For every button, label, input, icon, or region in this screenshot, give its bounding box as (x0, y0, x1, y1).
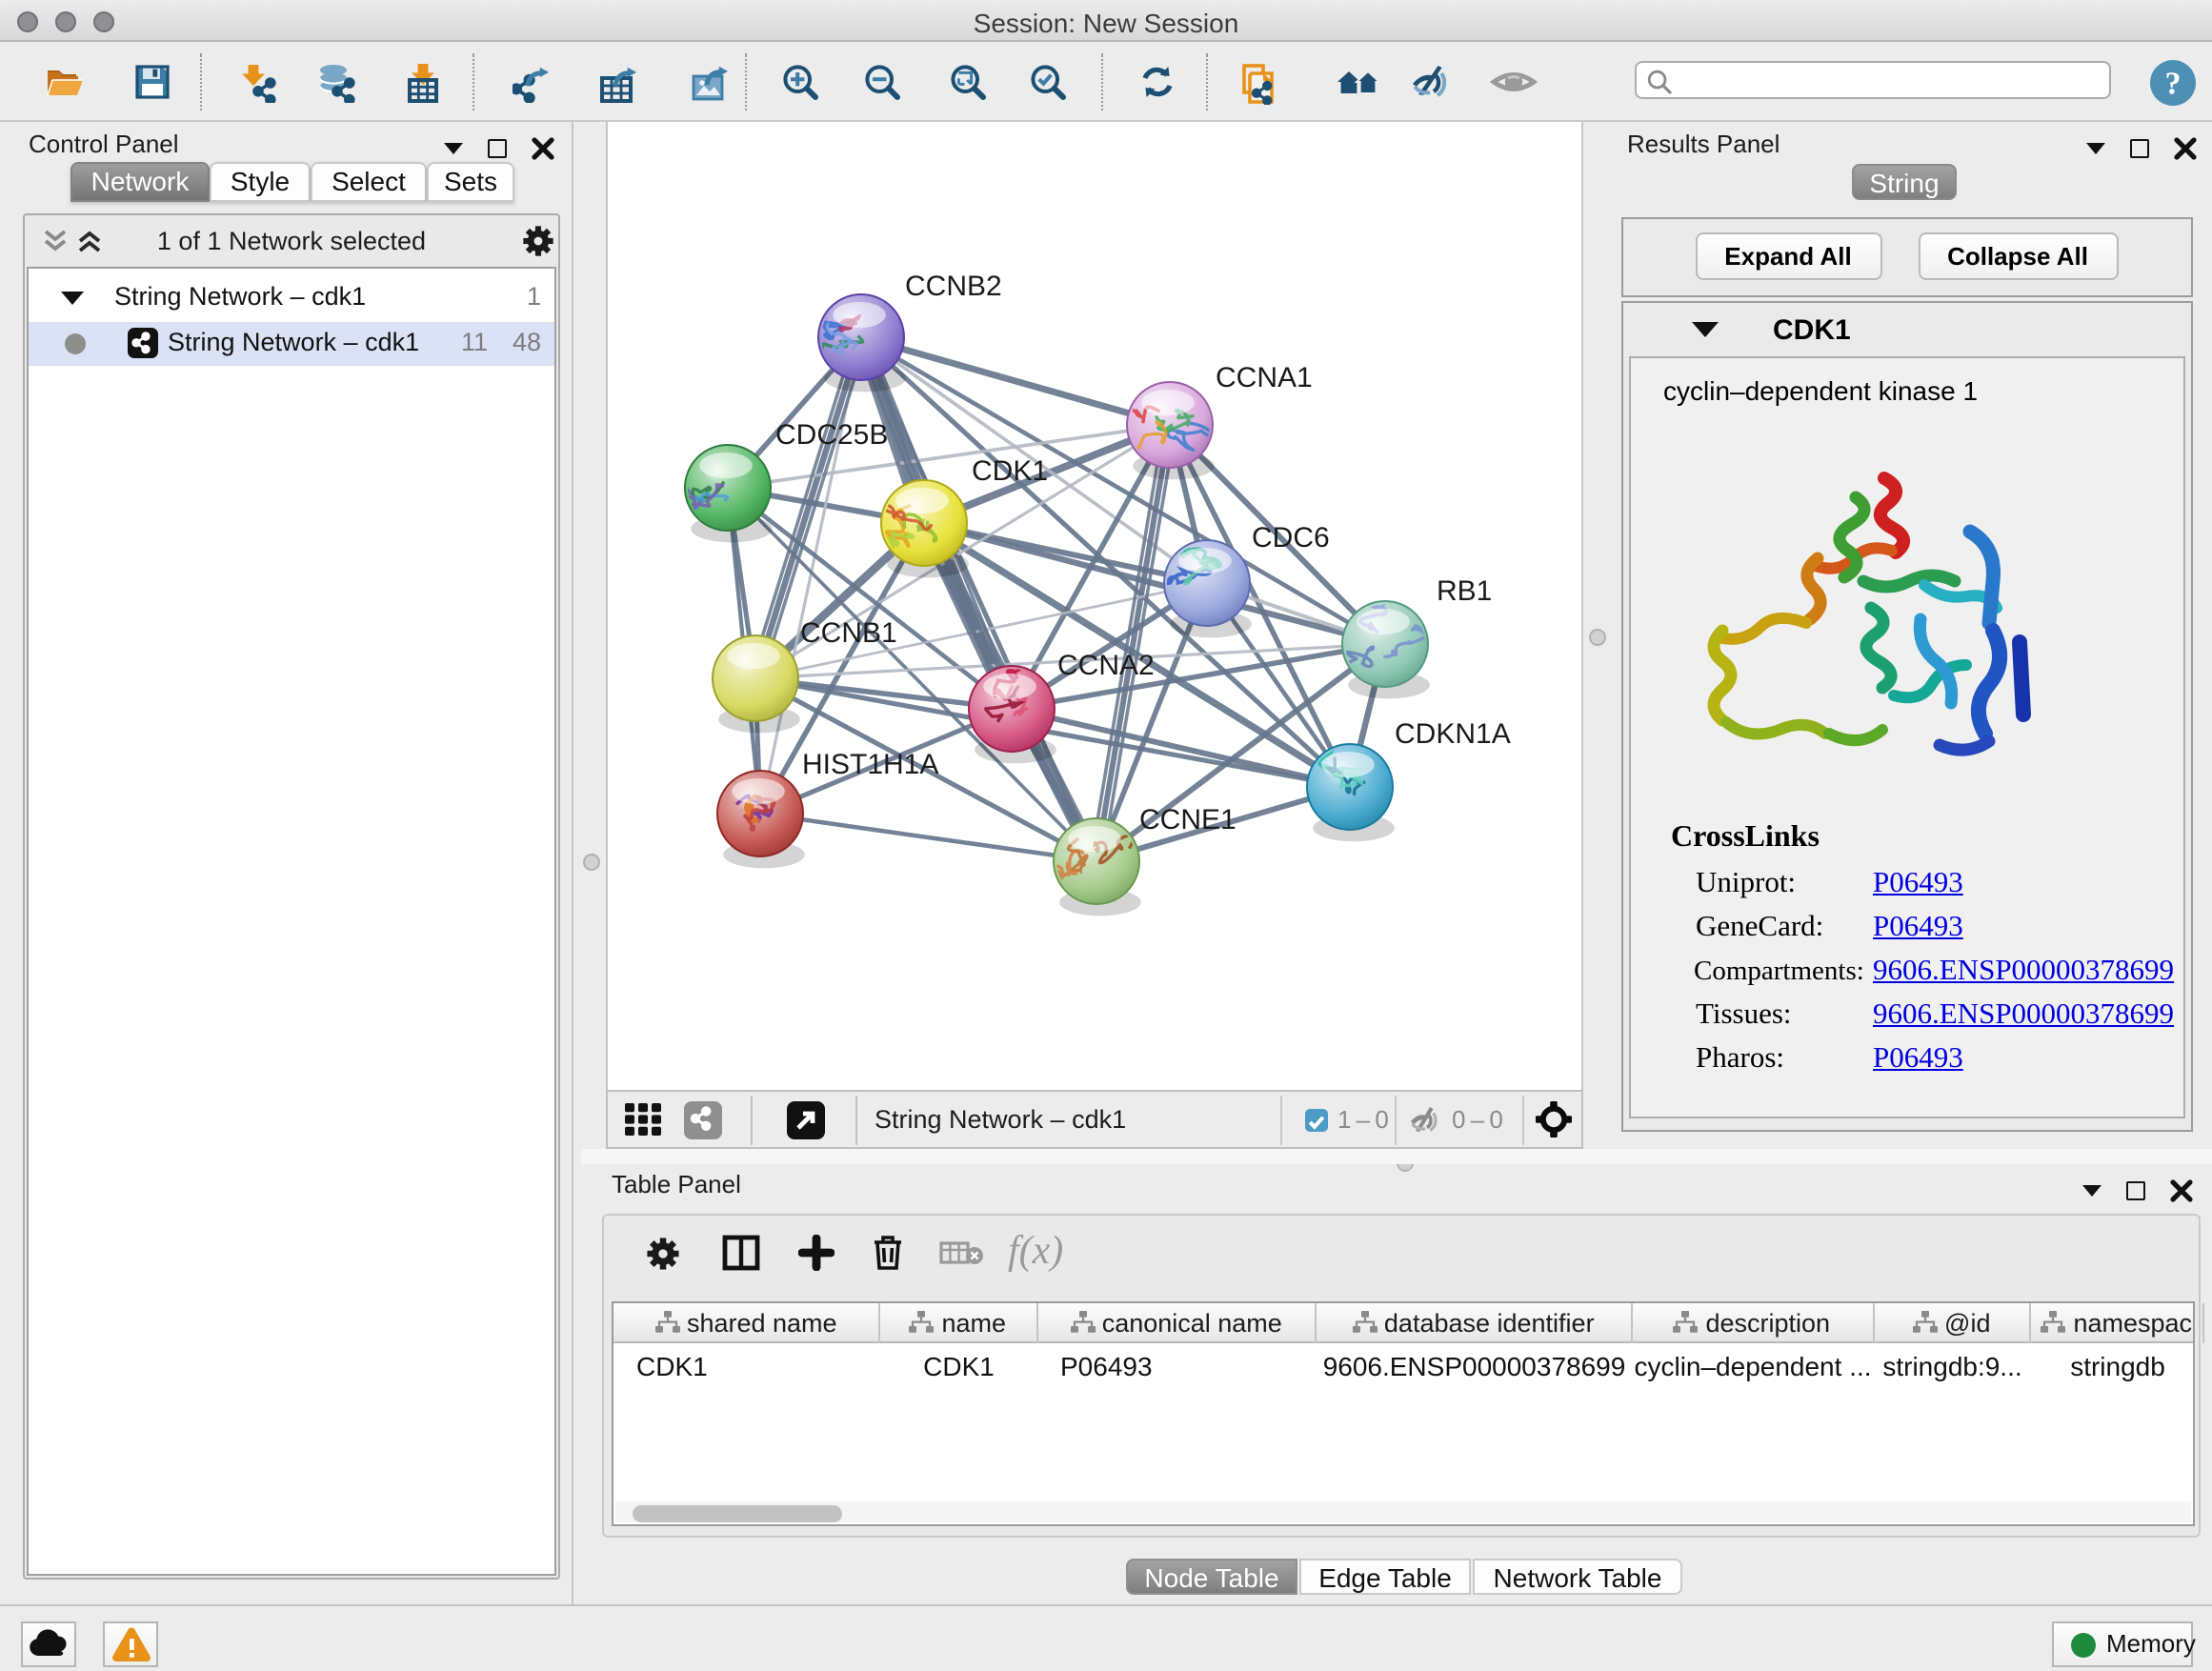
svg-text:CCNE1: CCNE1 (1139, 804, 1237, 836)
svg-text:CDC6: CDC6 (1252, 522, 1330, 554)
svg-text:RB1: RB1 (1437, 575, 1492, 607)
svg-text:CDC25B: CDC25B (775, 419, 888, 451)
svg-text:CCNA2: CCNA2 (1057, 650, 1155, 681)
svg-text:HIST1H1A: HIST1H1A (802, 749, 938, 780)
svg-text:CCNB1: CCNB1 (800, 617, 897, 649)
svg-text:CDK1: CDK1 (972, 455, 1048, 487)
svg-text:CCNB2: CCNB2 (905, 271, 1002, 302)
svg-text:?: ? (2165, 65, 2182, 100)
svg-text:CDKN1A: CDKN1A (1395, 718, 1511, 750)
svg-text:CCNA1: CCNA1 (1216, 362, 1313, 393)
